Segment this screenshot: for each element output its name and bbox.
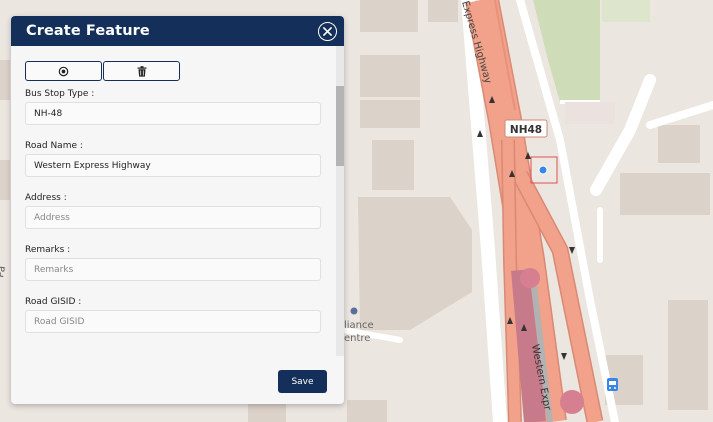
locate-button[interactable]	[25, 61, 102, 81]
create-feature-dialog: Create Feature Bus Stop Type: NH-48 Roa…	[11, 16, 344, 404]
poi-label-2: entre	[344, 333, 370, 344]
tool-buttons	[25, 61, 180, 81]
target-icon	[58, 66, 69, 76]
road-name-label: Road Name :	[25, 141, 83, 151]
location-marker-icon[interactable]	[530, 156, 558, 184]
dialog-scrollbar[interactable]	[336, 46, 344, 356]
highway-shield: NH48	[504, 119, 548, 138]
dialog-header: Create Feature	[11, 16, 344, 46]
bus-stop-icon[interactable]	[607, 378, 618, 391]
svg-text:NH48: NH48	[510, 124, 542, 136]
dialog-title: Create Feature	[26, 23, 150, 39]
dialog-body: Bus Stop Type : Road Name : Address : Re…	[11, 46, 335, 356]
delete-button[interactable]	[103, 61, 180, 81]
remarks-input[interactable]	[25, 258, 321, 281]
bus-stop-type-label: Bus Stop Type :	[25, 89, 95, 99]
trash-icon	[137, 65, 146, 77]
road-gisid-label: Road GISID :	[25, 297, 82, 307]
poi-marker[interactable]	[350, 307, 358, 315]
road-gisid-input[interactable]	[25, 310, 321, 333]
address-input[interactable]	[25, 206, 321, 229]
bus-stop-type-input[interactable]	[25, 102, 321, 125]
close-button[interactable]	[318, 21, 337, 41]
poi-label-1: liance	[344, 320, 374, 331]
address-label: Address :	[25, 193, 67, 203]
remarks-label: Remarks :	[25, 245, 71, 255]
close-icon	[323, 26, 332, 36]
road-name-input[interactable]	[25, 154, 321, 177]
scrollbar-thumb[interactable]	[336, 86, 344, 166]
save-button[interactable]: Save	[278, 370, 327, 393]
park-lawn	[602, 0, 650, 22]
